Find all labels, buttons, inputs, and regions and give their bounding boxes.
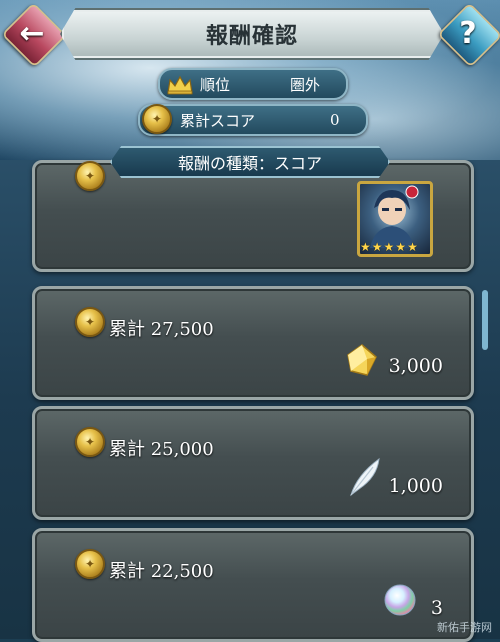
back-arrow-icon[interactable]: ← [4, 6, 60, 60]
gold-crystal-icon [345, 343, 379, 381]
reward-card-22500: ✦ 累計 22,500 3 [32, 528, 474, 642]
coin-icon: ✦ [75, 307, 105, 337]
reward-threshold: 累計 22,500 [109, 561, 214, 582]
page-title: 報酬確認 [205, 23, 298, 49]
coin-icon: ✦ [142, 104, 172, 134]
coin-icon: ✦ [75, 161, 105, 191]
reward-category-bar: 報酬の種類：スコア [110, 146, 390, 178]
reward-amount: 3,000 [388, 355, 443, 377]
star-icon: ★ [383, 240, 395, 254]
rank-display: 順位 圏外 [158, 68, 348, 100]
score-value: 0 [330, 111, 340, 129]
score-display: ✦ 累計スコア 0 [138, 104, 368, 136]
reward-threshold: 累計 25,000 [109, 439, 214, 460]
watermark: 新佑手游网 [437, 621, 492, 634]
orb-icon [383, 583, 417, 621]
reward-card-27500: ✦ 累計 27,500 3,000 [32, 286, 474, 400]
star-icon: ★ [395, 240, 407, 254]
coin-icon: ✦ [75, 427, 105, 457]
coin-icon: ✦ [75, 549, 105, 579]
star-icon: ★ [360, 240, 371, 254]
star-icon: ★ [407, 240, 418, 254]
reward-card-25000: ✦ 累計 25,000 1,000 [32, 406, 474, 520]
reward-amount: 3 [430, 597, 443, 619]
reward-amount: 1,000 [388, 475, 443, 497]
star-rating: ★ ★ ★ ★ ★ [360, 240, 418, 254]
rank-value: 圏外 [290, 75, 321, 94]
help-question-icon[interactable]: ? [440, 6, 496, 60]
rank-label: 順位 [200, 75, 231, 94]
title-plate: 報酬確認 [60, 8, 444, 60]
star-icon: ★ [371, 240, 383, 254]
category-label: 報酬の種類：スコア [177, 154, 322, 173]
feather-icon [347, 457, 383, 501]
score-label: 累計スコア [180, 111, 256, 130]
crown-icon [166, 73, 194, 95]
scrollbar[interactable] [482, 290, 488, 350]
reward-threshold: 累計 27,500 [109, 319, 214, 340]
